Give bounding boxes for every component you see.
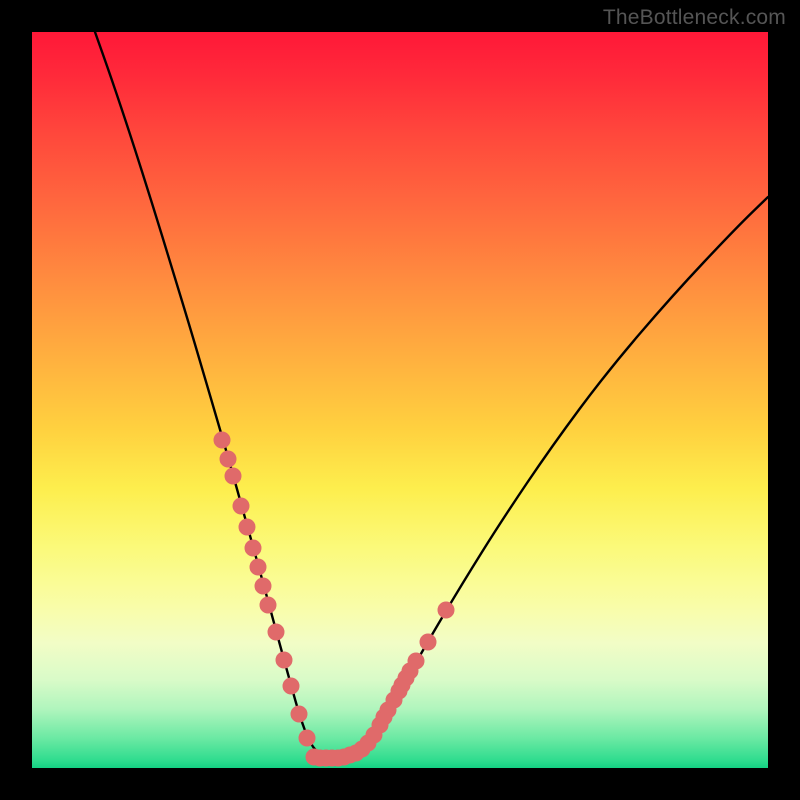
plot-area — [32, 32, 768, 768]
data-point — [250, 559, 266, 575]
curve-overlay — [32, 32, 768, 768]
data-point — [245, 540, 261, 556]
right-branch-markers — [366, 602, 454, 743]
chart-frame: TheBottleneck.com — [0, 0, 800, 800]
valley-floor-markers — [306, 735, 376, 766]
data-point — [438, 602, 454, 618]
left-branch-markers — [214, 432, 315, 746]
data-point — [260, 597, 276, 613]
data-point — [268, 624, 284, 640]
data-point — [291, 706, 307, 722]
data-point — [214, 432, 230, 448]
data-point — [276, 652, 292, 668]
data-point — [239, 519, 255, 535]
data-point — [233, 498, 249, 514]
data-point — [408, 653, 424, 669]
data-point — [255, 578, 271, 594]
watermark-text: TheBottleneck.com — [603, 6, 786, 30]
data-point — [225, 468, 241, 484]
data-point — [220, 451, 236, 467]
data-point — [360, 735, 376, 751]
data-point — [283, 678, 299, 694]
data-point — [420, 634, 436, 650]
data-point — [299, 730, 315, 746]
